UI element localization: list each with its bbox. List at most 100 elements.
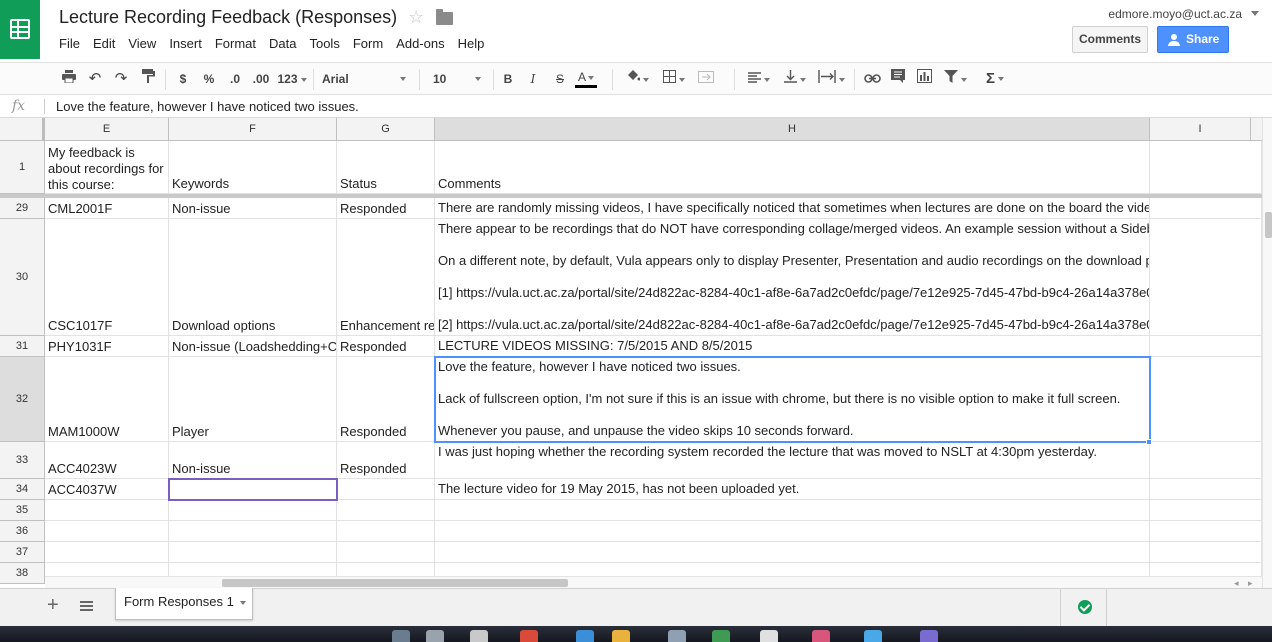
cell-g-34[interactable] (337, 479, 435, 500)
undo-icon[interactable]: ↶ (86, 69, 104, 89)
menu-format[interactable]: Format (215, 36, 263, 51)
horizontal-scroll-thumb[interactable] (222, 579, 568, 587)
cell-h-32[interactable]: Love the feature, however I have noticed… (435, 357, 1150, 442)
insert-chart-icon[interactable] (914, 69, 934, 89)
cell-i-33[interactable] (1150, 442, 1262, 479)
cell-f-32[interactable]: Player (169, 357, 337, 442)
vertical-scroll-thumb[interactable] (1265, 212, 1272, 238)
header-cell-i[interactable] (1150, 141, 1262, 194)
font-size-select[interactable]: 10 (433, 69, 485, 89)
row-header-33[interactable]: 33 (0, 442, 45, 479)
cell-i-35[interactable] (1150, 500, 1262, 521)
column-header-h[interactable]: H (435, 118, 1150, 141)
menu-insert[interactable]: Insert (169, 36, 209, 51)
dock-app-icon[interactable] (812, 630, 830, 642)
cell-g-37[interactable] (337, 542, 435, 563)
cell-i-30[interactable] (1150, 219, 1262, 336)
cell-i-32[interactable] (1150, 357, 1262, 442)
column-header-f[interactable]: F (169, 118, 337, 141)
menu-edit[interactable]: Edit (93, 36, 122, 51)
row-header-29[interactable]: 29 (0, 198, 45, 219)
decrease-decimal-button[interactable]: .0 (226, 69, 244, 89)
dock-app-icon[interactable] (612, 630, 630, 642)
text-color-button[interactable]: A (575, 69, 597, 88)
bold-button[interactable]: B (500, 69, 516, 89)
row-header-37[interactable]: 37 (0, 542, 45, 563)
account-email[interactable]: edmore.moyo@uct.ac.za (1108, 7, 1242, 21)
cell-i-29[interactable] (1150, 198, 1262, 219)
vertical-scrollbar[interactable] (1262, 118, 1272, 588)
menu-help[interactable]: Help (458, 36, 492, 51)
currency-format-button[interactable]: $ (176, 69, 190, 89)
menu-data[interactable]: Data (269, 36, 303, 51)
dock-app-icon[interactable] (920, 630, 938, 642)
share-button[interactable]: Share (1157, 26, 1229, 53)
dock-app-icon[interactable] (760, 630, 778, 642)
percent-format-button[interactable]: % (201, 69, 217, 89)
redo-icon[interactable]: ↷ (112, 69, 130, 89)
formula-input[interactable]: Love the feature, however I have noticed… (56, 99, 359, 114)
select-all-corner[interactable] (0, 118, 45, 141)
scroll-left-icon[interactable]: ◂ (1234, 578, 1239, 588)
cell-f-37[interactable] (169, 542, 337, 563)
column-header-g[interactable]: G (337, 118, 435, 141)
horizontal-scrollbar[interactable]: ◂ ▸ (45, 576, 1262, 588)
header-cell-comments[interactable]: Comments (435, 141, 1150, 194)
cell-g-32[interactable]: Responded (337, 357, 435, 442)
header-cell-status[interactable]: Status (337, 141, 435, 194)
header-cell-keywords[interactable]: Keywords (169, 141, 337, 194)
cell-e-34[interactable]: ACC4037W (45, 479, 169, 500)
cell-e-36[interactable] (45, 521, 169, 542)
menu-file[interactable]: File (59, 36, 87, 51)
dock-app-icon[interactable] (520, 630, 538, 642)
borders-icon[interactable] (660, 69, 688, 89)
more-formats-button[interactable]: 123 (276, 69, 308, 89)
document-title[interactable]: Lecture Recording Feedback (Responses) (59, 7, 397, 28)
cell-e-37[interactable] (45, 542, 169, 563)
header-cell-course[interactable]: My feedback is about recordings for this… (45, 141, 169, 194)
cell-g-36[interactable] (337, 521, 435, 542)
merge-cells-icon[interactable] (695, 69, 717, 89)
vertical-align-icon[interactable] (781, 69, 809, 89)
star-icon[interactable]: ☆ (408, 7, 424, 28)
row-header-35[interactable]: 35 (0, 500, 45, 521)
cell-e-30[interactable]: CSC1017F (45, 219, 169, 336)
cell-i-31[interactable] (1150, 336, 1262, 357)
cell-i-37[interactable] (1150, 542, 1262, 563)
dock-app-icon[interactable] (470, 630, 488, 642)
all-sheets-menu-icon[interactable] (80, 601, 93, 611)
paint-format-icon[interactable] (139, 69, 157, 89)
cell-h-35[interactable] (435, 500, 1150, 521)
sheet-tab-form-responses[interactable]: Form Responses 1 (115, 588, 253, 620)
row-header-32[interactable]: 32 (0, 357, 45, 442)
insert-comment-icon[interactable] (889, 69, 907, 89)
cell-f-30[interactable]: Download options (169, 219, 337, 336)
cell-g-29[interactable]: Responded (337, 198, 435, 219)
cell-e-33[interactable]: ACC4023W (45, 442, 169, 479)
dock-app-icon[interactable] (392, 630, 410, 642)
horizontal-align-icon[interactable] (745, 69, 773, 89)
cell-h-31[interactable]: LECTURE VIDEOS MISSING: 7/5/2015 AND 8/5… (435, 336, 1150, 357)
row-header-30[interactable]: 30 (0, 219, 45, 336)
cell-f-33[interactable]: Non-issue (169, 442, 337, 479)
cell-f-36[interactable] (169, 521, 337, 542)
fill-handle[interactable] (1146, 439, 1152, 445)
cell-h-34[interactable]: The lecture video for 19 May 2015, has n… (435, 479, 1150, 500)
sheets-logo-icon[interactable] (0, 0, 40, 59)
filter-icon[interactable] (940, 69, 970, 89)
menu-form[interactable]: Form (353, 36, 390, 51)
cell-h-33[interactable]: I was just hoping whether the recording … (435, 442, 1150, 479)
dock-app-icon[interactable] (712, 630, 730, 642)
menu-view[interactable]: View (128, 36, 163, 51)
italic-button[interactable]: I (526, 69, 540, 89)
cell-f-35[interactable] (169, 500, 337, 521)
cell-i-34[interactable] (1150, 479, 1262, 500)
row-header-38[interactable]: 38 (0, 563, 45, 584)
fill-color-icon[interactable] (623, 69, 651, 89)
print-icon[interactable] (60, 69, 78, 89)
insert-link-icon[interactable] (862, 69, 882, 89)
sheet-tab-menu-icon[interactable] (240, 601, 246, 605)
menu-tools[interactable]: Tools (309, 36, 346, 51)
cell-h-37[interactable] (435, 542, 1150, 563)
dock-app-icon[interactable] (576, 630, 594, 642)
